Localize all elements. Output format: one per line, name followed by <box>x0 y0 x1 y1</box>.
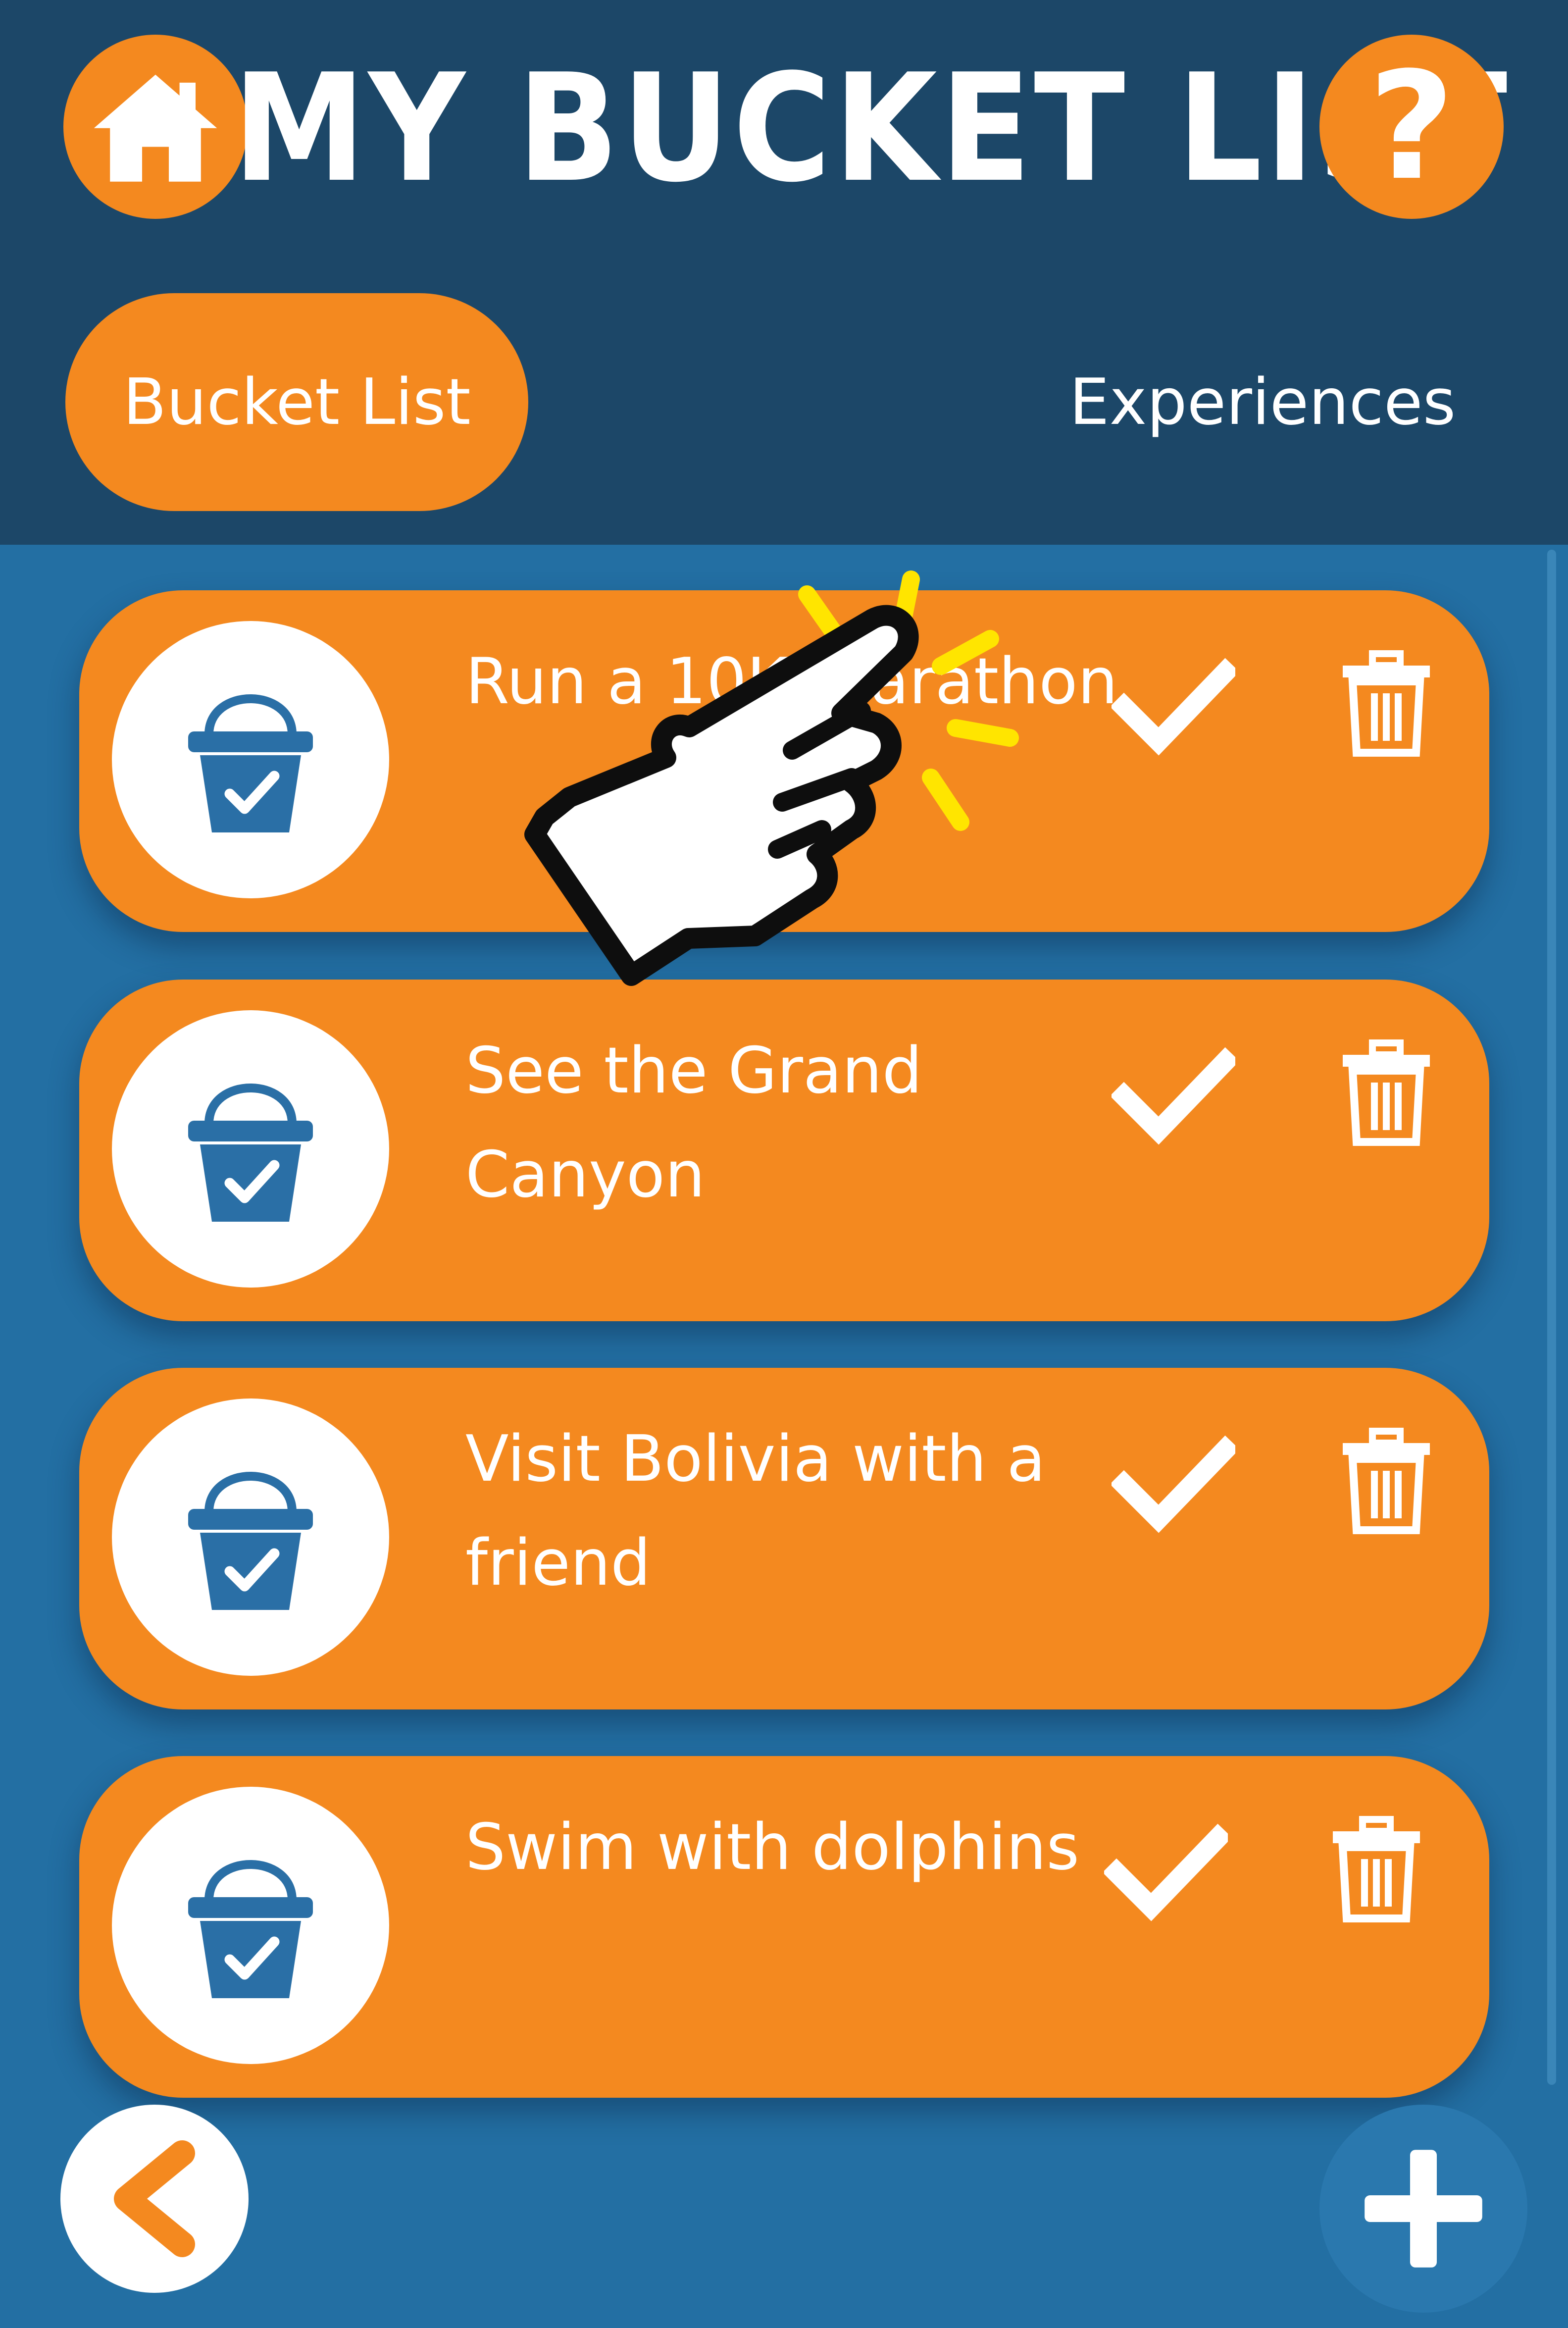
add-item-button[interactable] <box>1319 2105 1527 2313</box>
trash-icon <box>1337 1427 1436 1536</box>
list-item[interactable]: Visit Bolivia with a friend <box>79 1368 1489 1709</box>
checkmark-icon <box>1112 642 1235 766</box>
trash-icon <box>1337 650 1436 759</box>
help-button[interactable]: ? <box>1319 35 1504 219</box>
tap-hand-pointer-icon <box>524 570 1019 986</box>
chevron-left-icon <box>114 2140 195 2257</box>
app-header: MY BUCKET LIST ? Bucket List Experiences <box>0 0 1568 545</box>
complete-button[interactable] <box>1099 630 1248 778</box>
scrollbar[interactable] <box>1547 550 1556 2085</box>
delete-button[interactable] <box>1302 1796 1451 1944</box>
complete-button[interactable] <box>1099 1407 1248 1556</box>
home-icon <box>94 74 217 182</box>
delete-button[interactable] <box>1312 1407 1461 1556</box>
list-item-text: Swim with dolphins <box>465 1811 1079 1884</box>
complete-button[interactable] <box>1092 1796 1240 1944</box>
trash-icon <box>1327 1815 1426 1924</box>
complete-button[interactable] <box>1099 1019 1248 1168</box>
delete-button[interactable] <box>1312 630 1461 778</box>
page-title: MY BUCKET LIST <box>233 42 1510 215</box>
checkmark-icon <box>1112 1420 1235 1544</box>
back-button[interactable] <box>60 2105 249 2293</box>
delete-button[interactable] <box>1312 1019 1461 1168</box>
bucket-check-icon <box>112 1010 389 1288</box>
trash-icon <box>1337 1039 1436 1148</box>
question-icon: ? <box>1368 40 1455 213</box>
checkmark-icon <box>1104 1808 1228 1932</box>
list-item[interactable]: Swim with dolphins <box>79 1756 1489 2098</box>
tab-bucket-list[interactable]: Bucket List <box>65 293 528 511</box>
tab-experiences[interactable]: Experiences <box>1040 293 1485 511</box>
home-button[interactable] <box>63 35 248 219</box>
bucket-check-icon <box>112 1787 389 2064</box>
bucket-check-icon <box>112 1398 389 1676</box>
plus-icon <box>1365 2150 1482 2268</box>
list-item-text: Visit Bolivia with a friend <box>465 1422 1046 1600</box>
bucket-check-icon <box>112 621 389 898</box>
checkmark-icon <box>1112 1032 1235 1155</box>
